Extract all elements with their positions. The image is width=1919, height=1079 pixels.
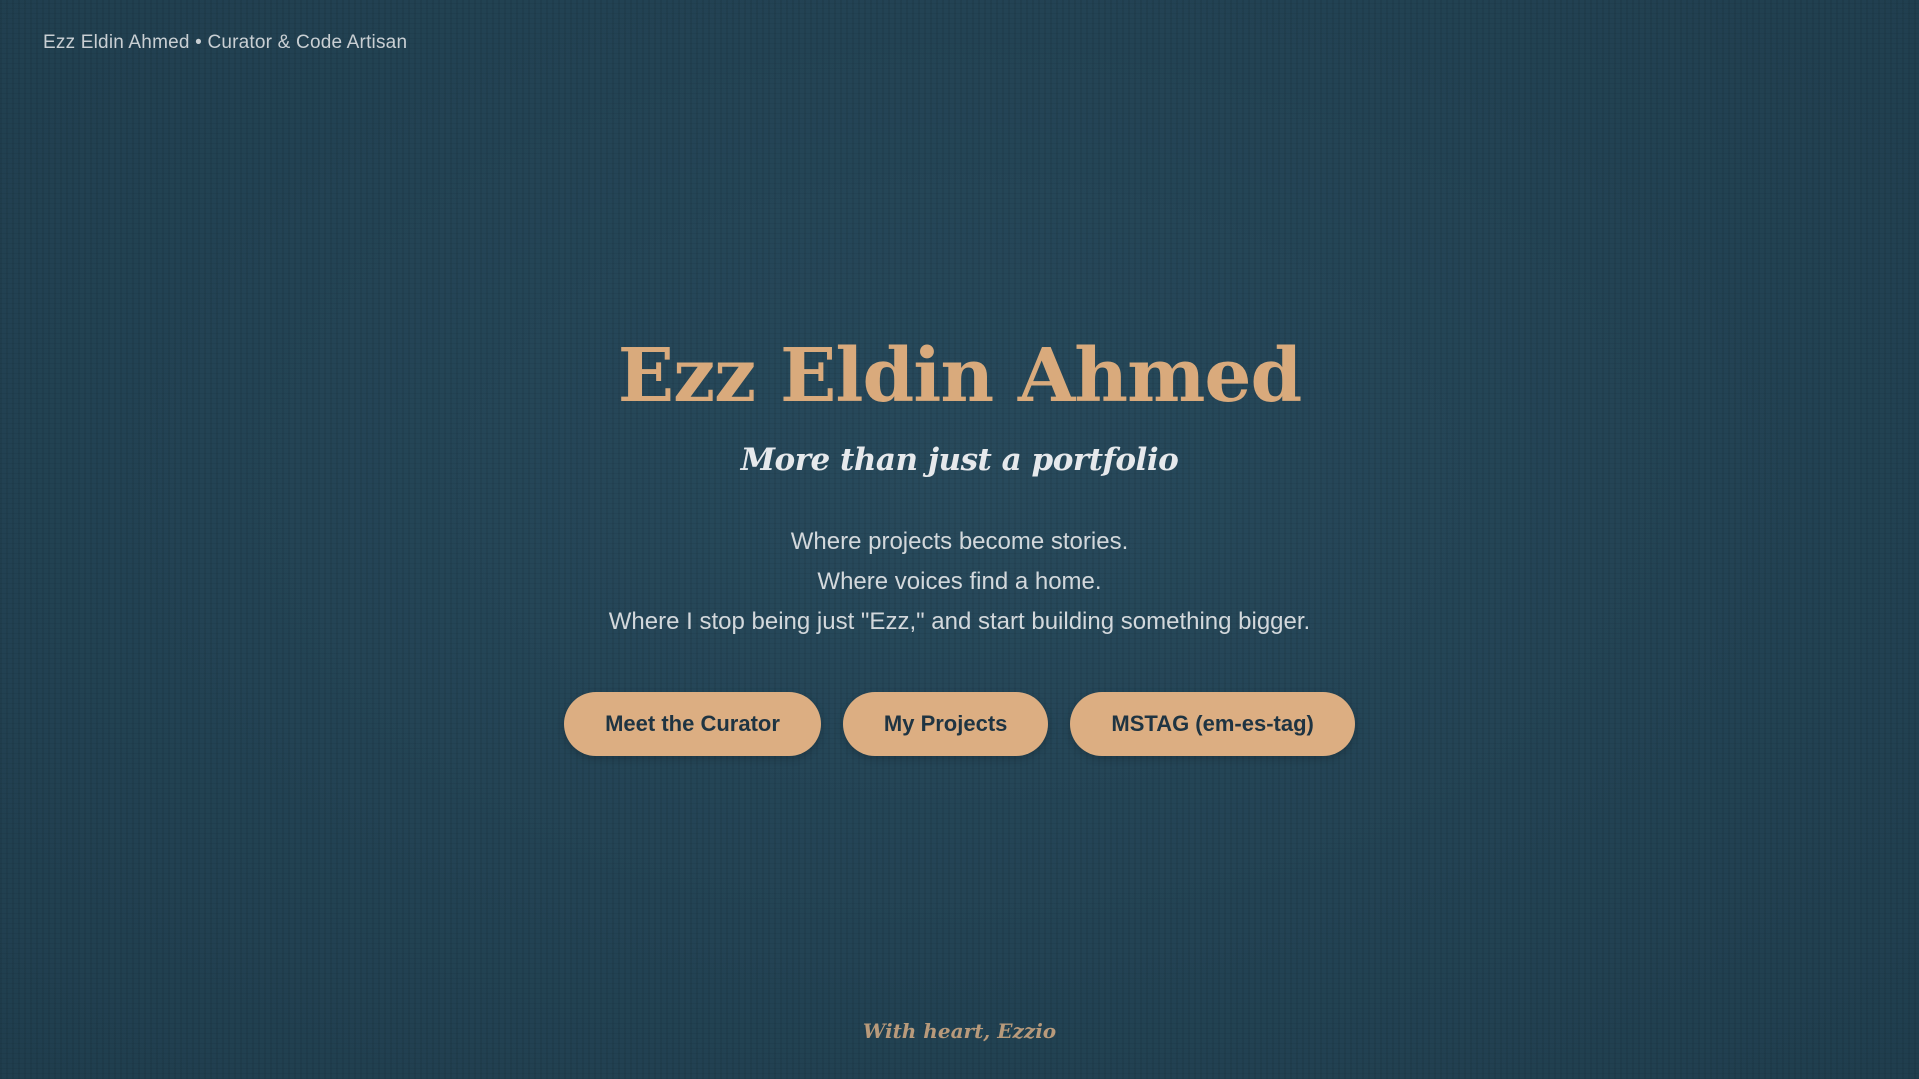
hero-title: Ezz Eldin Ahmed	[617, 333, 1302, 419]
footer-signature: With heart, Ezzio	[862, 1019, 1057, 1043]
hero-subtitle: More than just a portfolio	[740, 442, 1179, 478]
tagline-line: Where I stop being just "Ezz," and start…	[608, 608, 1311, 635]
my-projects-button[interactable]: My Projects	[842, 692, 1049, 756]
tagline-line: Where projects become stories.	[790, 528, 1129, 555]
meet-the-curator-button[interactable]: Meet the Curator	[564, 692, 821, 756]
hero-section: Ezz Eldin Ahmed More than just a portfol…	[0, 328, 1919, 756]
site-label: Ezz Eldin Ahmed • Curator & Code Artisan	[43, 32, 408, 53]
tagline-line: Where voices find a home.	[817, 568, 1102, 595]
tagline: Where projects become stories. Where voi…	[0, 522, 1919, 642]
mstag-button[interactable]: MSTAG (em-es-tag)	[1070, 692, 1355, 756]
cta-button-row: Meet the Curator My Projects MSTAG (em-e…	[0, 692, 1919, 756]
